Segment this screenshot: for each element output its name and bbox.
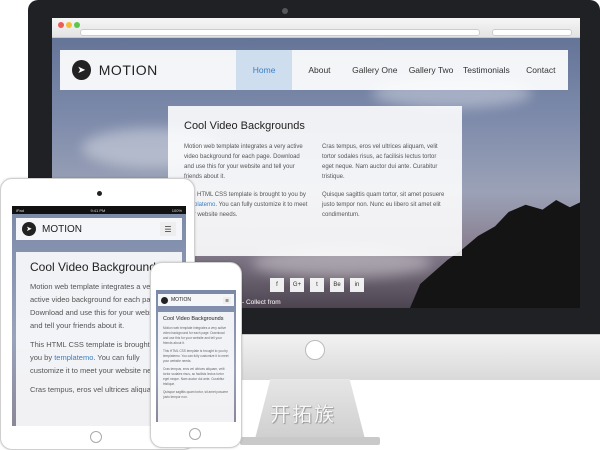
facebook-icon[interactable]: f (270, 278, 284, 292)
hero-paragraph: Cras tempus, eros vel ultrices aliquam, … (163, 367, 225, 386)
hero-column-left: Motion web template integrates a very ac… (184, 142, 308, 228)
hero-paragraph: Cras tempus, eros vel ultrices aliquam, … (322, 144, 438, 180)
phone-navbar: MOTION ☰ (158, 294, 234, 306)
nav-gallery-two[interactable]: Gallery Two (403, 50, 459, 90)
status-time: 9:41 PM (90, 207, 106, 213)
nav-testimonials[interactable]: Testimonials (459, 50, 513, 90)
nav-about[interactable]: About (292, 50, 346, 90)
phone-hero-card: Cool Video Backgrounds Motion web templa… (158, 312, 234, 422)
imac-logo-button (305, 340, 325, 360)
address-bar[interactable] (80, 29, 480, 36)
hero-text: This HTML CSS template is brought to you… (184, 192, 306, 198)
hero-columns: Motion web template integrates a very ac… (184, 142, 446, 228)
device-mockup-stage: ➤ MOTION Home About Gallery One Gallery … (0, 0, 600, 450)
nav-gallery-one[interactable]: Gallery One (347, 50, 403, 90)
hero-paragraph: Quisque sagittis quam tortor, sit amet p… (322, 192, 445, 218)
tablet-navbar: ➤ MOTION ☰ (16, 218, 182, 240)
tablet-home-button[interactable] (90, 431, 102, 443)
paper-plane-icon[interactable]: ➤ (22, 222, 36, 236)
footer-credit: - Collect from (242, 299, 281, 306)
hero-title: Cool Video Backgrounds (30, 260, 162, 274)
hero-card: Cool Video Backgrounds Motion web templa… (168, 106, 462, 256)
nav-home[interactable]: Home (235, 50, 293, 90)
hamburger-menu-icon[interactable]: ☰ (223, 296, 231, 304)
site-logo-text[interactable]: MOTION (42, 224, 160, 235)
nav-contact[interactable]: Contact (514, 50, 568, 90)
tablet-status-bar: iPad 9:41 PM 100% (12, 206, 186, 214)
status-device: iPad (16, 207, 25, 213)
status-battery: 100% (171, 207, 182, 213)
camera-icon (97, 191, 102, 196)
twitter-icon[interactable]: t (310, 278, 324, 292)
google-plus-icon[interactable]: G+ (290, 278, 304, 292)
phone-screen: MOTION ☰ Cool Video Backgrounds Motion w… (156, 290, 236, 422)
hero-paragraph: This HTML CSS template is brought to you… (184, 190, 308, 220)
hero-paragraph: Cras tempus, eros vel ultrices aliquam, (30, 385, 160, 394)
browser-search-field[interactable] (492, 29, 572, 36)
imac-base (240, 437, 380, 445)
social-links: f G+ t Be in (270, 278, 364, 292)
close-window-icon[interactable] (58, 22, 64, 28)
maximize-window-icon[interactable] (74, 22, 80, 28)
minimize-window-icon[interactable] (66, 22, 72, 28)
paper-plane-icon[interactable]: ➤ (72, 60, 91, 80)
hero-paragraph: Motion web template integrates a very ac… (184, 144, 303, 180)
hamburger-menu-icon[interactable]: ☰ (160, 222, 176, 236)
site-logo-text[interactable]: MOTION (171, 297, 223, 303)
hero-paragraph: This HTML CSS template is brought to you… (163, 349, 229, 363)
templatemo-link[interactable]: templatemo (54, 353, 93, 362)
behance-icon[interactable]: Be (330, 278, 344, 292)
hero-title: Cool Video Backgrounds (163, 316, 224, 322)
hero-paragraph: Motion web template integrates a very ac… (163, 326, 227, 345)
paper-plane-icon[interactable] (161, 296, 168, 304)
camera-icon (282, 8, 288, 14)
hero-paragraph: Quisque sagittis quam tortor, sit amet p… (163, 390, 229, 399)
hero-title: Cool Video Backgrounds (184, 120, 305, 132)
linkedin-icon[interactable]: in (350, 278, 364, 292)
phone-home-button[interactable] (189, 428, 201, 440)
hero-paragraph: This HTML CSS template is brought to you… (30, 338, 168, 377)
site-logo-text[interactable]: MOTION (99, 62, 202, 78)
browser-toolbar (52, 18, 580, 38)
hero-column-right: Cras tempus, eros vel ultrices aliquam, … (322, 142, 446, 228)
site-navbar: ➤ MOTION Home About Gallery One Gallery … (60, 50, 568, 90)
watermark-logo: 开拓族 (270, 402, 336, 426)
hero-paragraph: Motion web template integrates a very ac… (30, 282, 161, 330)
